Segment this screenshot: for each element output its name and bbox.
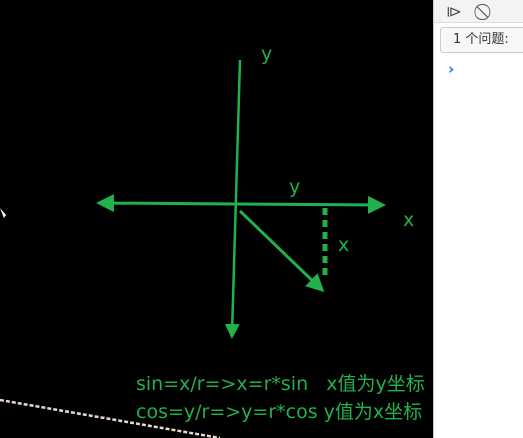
drawing-canvas[interactable]: y y x x sin=x/r=>x=r*sin x值为y坐标 cos=y/r=…	[0, 0, 433, 438]
devtools-panel: ⧐ ⃠ 1 个问题: ›	[433, 0, 523, 438]
devtools-toolbar: ⧐ ⃠	[434, 0, 523, 23]
mouse-cursor-icon	[0, 208, 6, 218]
console-prompt-chevron-icon[interactable]: ›	[448, 60, 454, 78]
play-panel-icon[interactable]: ⧐	[446, 2, 462, 21]
y-projection-label: y	[289, 176, 301, 198]
vertical-axis	[224, 59, 242, 339]
y-axis-label: y	[261, 43, 273, 65]
cos-note: cos=y/r=>y=r*cos y值为x坐标	[136, 401, 423, 423]
x-projection-label: x	[338, 234, 350, 256]
sin-note: sin=x/r=>x=r*sin x值为y坐标	[136, 373, 425, 395]
horizontal-axis-right	[235, 195, 386, 214]
issues-button[interactable]: 1 个问题:	[440, 27, 523, 53]
x-axis-label: x	[403, 209, 415, 231]
horizontal-axis-left	[96, 194, 237, 213]
radius-vector	[238, 209, 325, 293]
